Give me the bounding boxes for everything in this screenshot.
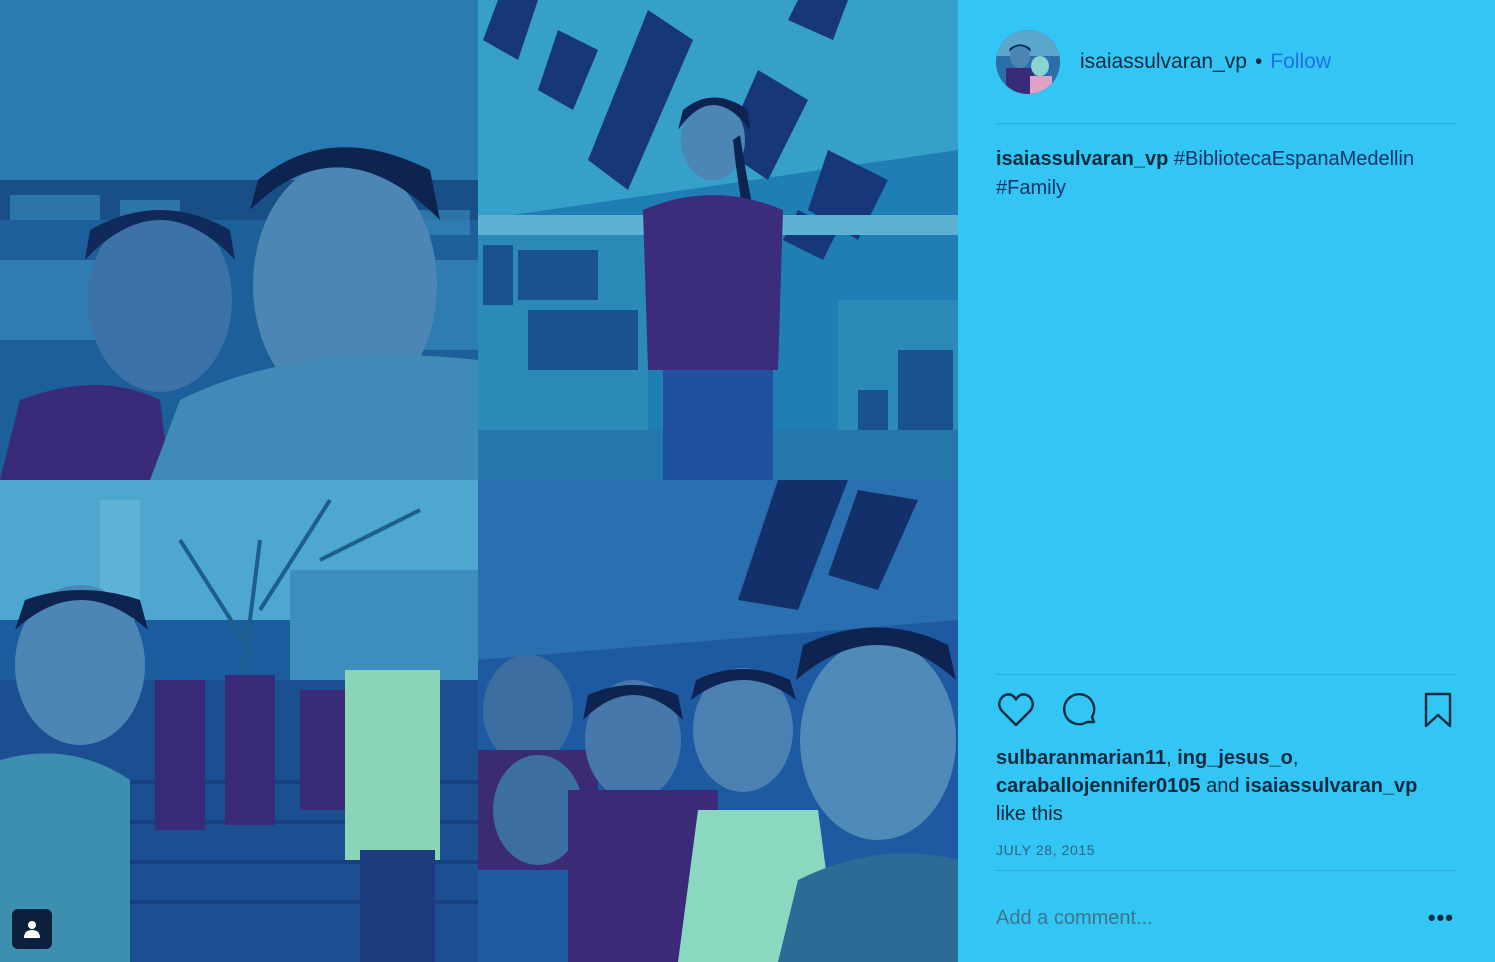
likes-separator: , bbox=[1166, 747, 1178, 769]
avatar[interactable] bbox=[996, 30, 1060, 94]
like-button[interactable] bbox=[996, 690, 1036, 735]
follow-button[interactable]: Follow bbox=[1270, 50, 1331, 74]
post-date[interactable]: JULY 28, 2015 bbox=[996, 842, 1095, 858]
comment-input[interactable] bbox=[996, 906, 1428, 930]
tagged-users-button[interactable] bbox=[12, 909, 52, 949]
likes-suffix: like this bbox=[996, 803, 1063, 825]
liker-link[interactable]: ing_jesus_o bbox=[1177, 747, 1293, 769]
person-tag-icon bbox=[24, 921, 40, 938]
post-caption: isaiassulvaran_vp #BibliotecaEspanaMedel… bbox=[996, 145, 1456, 203]
instagram-post-view: isaiassulvaran_vp • Follow isaiassulvara… bbox=[0, 0, 1495, 962]
comment-box: ••• bbox=[996, 900, 1456, 936]
post-username-link[interactable]: isaiassulvaran_vp bbox=[1080, 50, 1247, 74]
collage-photo-woman-library bbox=[478, 0, 958, 480]
hashtag-link[interactable]: #Family bbox=[996, 177, 1066, 199]
caption-username-link[interactable]: isaiassulvaran_vp bbox=[996, 148, 1168, 170]
comment-icon bbox=[1063, 693, 1096, 726]
avatar-image bbox=[996, 30, 1060, 94]
comment-divider bbox=[996, 870, 1456, 871]
collage-photo-street-group bbox=[0, 480, 478, 962]
likes-separator: , bbox=[1292, 747, 1299, 769]
collage-photo-library-selfie bbox=[0, 0, 478, 480]
post-sidebar: isaiassulvaran_vp • Follow isaiassulvara… bbox=[958, 0, 1495, 962]
liker-link[interactable]: sulbaranmarian11 bbox=[996, 747, 1166, 769]
comment-button[interactable] bbox=[1060, 690, 1100, 735]
hashtag-link[interactable]: #BibliotecaEspanaMedellin bbox=[1174, 148, 1414, 170]
post-header: isaiassulvaran_vp • Follow bbox=[996, 30, 1456, 94]
more-options-icon[interactable]: ••• bbox=[1428, 907, 1454, 929]
header-separator: • bbox=[1254, 50, 1263, 73]
actions-divider bbox=[996, 674, 1456, 675]
bookmark-icon bbox=[1424, 692, 1452, 728]
post-photo-collage[interactable] bbox=[0, 0, 958, 962]
heart-icon bbox=[997, 693, 1035, 727]
likes-summary: sulbaranmarian11, ing_jesus_o, caraballo… bbox=[996, 744, 1456, 828]
liker-link[interactable]: caraballojennifer0105 bbox=[996, 775, 1201, 797]
collage-photo-group-selfie bbox=[478, 480, 958, 962]
likes-and-text: and bbox=[1200, 775, 1246, 797]
header-divider bbox=[996, 123, 1456, 124]
post-actions bbox=[996, 690, 1456, 732]
save-button[interactable] bbox=[1422, 690, 1454, 735]
liker-link[interactable]: isaiassulvaran_vp bbox=[1245, 775, 1417, 797]
